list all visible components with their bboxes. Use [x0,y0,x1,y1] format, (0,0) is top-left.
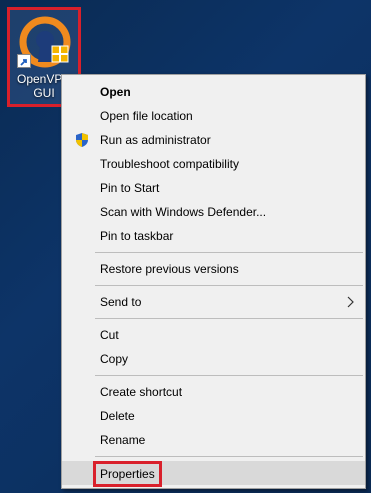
menu-item-send-to[interactable]: Send to [62,290,365,314]
menu-item-open[interactable]: Open [62,80,365,104]
menu-item-label: Troubleshoot compatibility [100,157,239,171]
menu-separator [95,375,363,376]
menu-separator [95,252,363,253]
menu-item-troubleshoot-compatibility[interactable]: Troubleshoot compatibility [62,152,365,176]
context-menu: Open Open file location Run as administr… [61,74,366,489]
menu-item-scan-with-windows-defender[interactable]: Scan with Windows Defender... [62,200,365,224]
desktop: OpenVPN GUI Open Open file location Run … [0,0,371,493]
menu-item-pin-to-start[interactable]: Pin to Start [62,176,365,200]
menu-item-create-shortcut[interactable]: Create shortcut [62,380,365,404]
menu-item-label: Delete [100,409,135,423]
menu-item-label: Run as administrator [100,133,211,147]
menu-item-label: Copy [100,352,129,366]
menu-item-label: Scan with Windows Defender... [100,205,267,219]
menu-separator [95,285,363,286]
menu-item-restore-previous-versions[interactable]: Restore previous versions [62,257,365,281]
menu-item-label: Properties [93,461,162,487]
menu-item-label: Pin to taskbar [100,229,174,243]
menu-item-rename[interactable]: Rename [62,428,365,452]
menu-separator [95,456,363,457]
menu-item-run-as-administrator[interactable]: Run as administrator [62,128,365,152]
menu-item-open-file-location[interactable]: Open file location [62,104,365,128]
menu-item-delete[interactable]: Delete [62,404,365,428]
menu-item-label: Pin to Start [100,181,160,195]
menu-item-label: Rename [100,433,146,447]
menu-item-label: Send to [100,295,142,309]
chevron-right-icon [347,296,354,308]
menu-item-properties[interactable]: Properties [62,461,365,487]
menu-item-label: Cut [100,328,119,342]
menu-item-pin-to-taskbar[interactable]: Pin to taskbar [62,224,365,248]
shortcut-arrow-icon [17,54,31,68]
menu-item-copy[interactable]: Copy [62,347,365,371]
uac-shield-icon [76,133,88,147]
menu-item-label: Open file location [100,109,193,123]
menu-separator [95,318,363,319]
menu-item-label: Open [100,85,131,99]
menu-item-label: Create shortcut [100,385,183,399]
menu-item-label: Restore previous versions [100,262,239,276]
menu-item-cut[interactable]: Cut [62,323,365,347]
